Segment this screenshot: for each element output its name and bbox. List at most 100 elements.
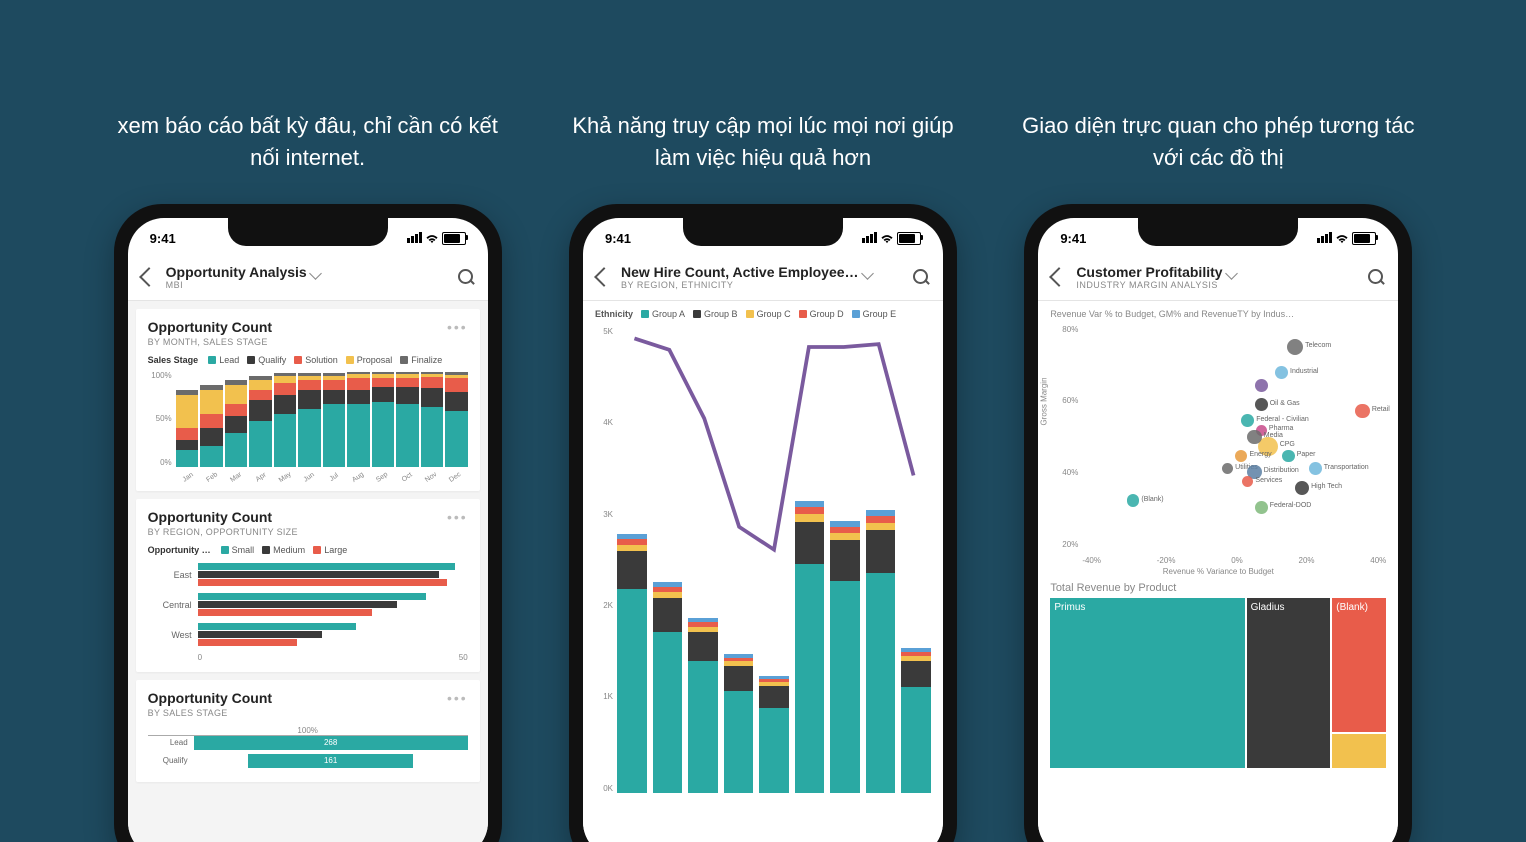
- report-subtitle: INDUSTRY MARGIN ANALYSIS: [1076, 280, 1358, 290]
- report-subtitle: BY REGION, ETHNICITY: [621, 280, 903, 290]
- bubble[interactable]: [1287, 339, 1303, 355]
- hbar[interactable]: [198, 639, 298, 646]
- tree-cell[interactable]: Gladius: [1247, 598, 1331, 768]
- chevron-down-icon: [861, 267, 874, 280]
- report-title[interactable]: Opportunity Analysis: [166, 264, 448, 280]
- bubble[interactable]: [1275, 366, 1288, 379]
- report-title[interactable]: Customer Profitability: [1076, 264, 1358, 280]
- bubble[interactable]: [1241, 414, 1254, 427]
- bar-Jun[interactable]: [298, 371, 321, 467]
- tree-cell[interactable]: Primus: [1050, 598, 1244, 768]
- bar-Nov[interactable]: [421, 371, 444, 467]
- legend-ethnicity: Ethnicity Group A Group B Group C Group …: [595, 309, 931, 319]
- funnel-bar[interactable]: 268: [194, 736, 468, 750]
- bar-Mar[interactable]: [225, 371, 248, 467]
- status-time: 9:41: [1060, 231, 1086, 246]
- hbar[interactable]: [198, 593, 426, 600]
- bar-R2[interactable]: [653, 327, 683, 793]
- row-label: Central: [148, 600, 198, 610]
- bar-R7[interactable]: [830, 327, 860, 793]
- bar-Apr[interactable]: [249, 371, 272, 467]
- bar-May[interactable]: [274, 371, 297, 467]
- wifi-icon: [1335, 234, 1349, 244]
- bubble[interactable]: [1255, 379, 1268, 392]
- card-opportunity-funnel[interactable]: ••• Opportunity Count BY SALES STAGE 100…: [136, 680, 480, 782]
- bar-R1[interactable]: [617, 327, 647, 793]
- tree-cell[interactable]: [1332, 734, 1386, 767]
- bubble[interactable]: [1235, 450, 1248, 463]
- treemap-title: Total Revenue by Product: [1050, 582, 1386, 594]
- report-subtitle: MBI: [166, 280, 448, 290]
- search-button[interactable]: [1368, 269, 1384, 285]
- bar-R4[interactable]: [724, 327, 754, 793]
- bubble[interactable]: [1247, 430, 1261, 444]
- funnel-chart[interactable]: 100% Lead268Qualify161: [148, 726, 468, 768]
- bubble[interactable]: [1255, 398, 1268, 411]
- bar-Oct[interactable]: [396, 371, 419, 467]
- bar-R9[interactable]: [901, 327, 931, 793]
- bar-Dec[interactable]: [445, 371, 468, 467]
- back-button[interactable]: [142, 270, 156, 284]
- combo-chart[interactable]: 5K4K3K2K1K0K: [595, 327, 931, 807]
- card-title: Opportunity Count: [148, 319, 468, 335]
- card-subtitle: BY SALES STAGE: [148, 708, 468, 718]
- status-time: 9:41: [605, 231, 631, 246]
- card-title: Opportunity Count: [148, 509, 468, 525]
- more-icon[interactable]: •••: [447, 509, 468, 525]
- wifi-icon: [880, 234, 894, 244]
- bar-Aug[interactable]: [347, 371, 370, 467]
- hbar[interactable]: [198, 571, 439, 578]
- bar-R5[interactable]: [759, 327, 789, 793]
- bubble[interactable]: [1295, 481, 1309, 495]
- treemap-chart[interactable]: PrimusGladius(Blank): [1050, 598, 1386, 768]
- legend-opportunity-size: Opportunity … Small Medium Large: [148, 545, 468, 555]
- hbar[interactable]: [198, 609, 372, 616]
- hbar[interactable]: [198, 601, 397, 608]
- row-label: East: [148, 570, 198, 580]
- report-title[interactable]: New Hire Count, Active Employee…: [621, 264, 903, 280]
- bar-Sep[interactable]: [372, 371, 395, 467]
- bubble[interactable]: [1127, 494, 1140, 507]
- stacked-bar-chart[interactable]: 100%50%0% JanFebMarAprMayJunJulAugSepOct…: [148, 371, 468, 481]
- bubble[interactable]: [1309, 462, 1322, 475]
- card-subtitle: BY MONTH, SALES STAGE: [148, 337, 468, 347]
- bubble[interactable]: [1355, 404, 1369, 418]
- search-button[interactable]: [913, 269, 929, 285]
- bubble[interactable]: [1222, 463, 1233, 474]
- wifi-icon: [425, 234, 439, 244]
- scatter-chart[interactable]: Gross Margin 80%60%40%20% TelecomIndustr…: [1050, 325, 1386, 565]
- battery-icon: [897, 232, 921, 245]
- card-opportunity-region[interactable]: ••• Opportunity Count BY REGION, OPPORTU…: [136, 499, 480, 672]
- bar-R8[interactable]: [866, 327, 896, 793]
- card-title: Opportunity Count: [148, 690, 468, 706]
- bubble[interactable]: [1242, 476, 1253, 487]
- caption-2: Khả năng truy cập mọi lúc mọi nơi giúp l…: [555, 110, 970, 174]
- card-opportunity-month[interactable]: ••• Opportunity Count BY MONTH, SALES ST…: [136, 309, 480, 491]
- battery-icon: [1352, 232, 1376, 245]
- caption-3: Giao diện trực quan cho phép tương tác v…: [1011, 110, 1426, 174]
- bar-Jan[interactable]: [176, 371, 199, 467]
- more-icon[interactable]: •••: [447, 319, 468, 335]
- row-label: West: [148, 630, 198, 640]
- more-icon[interactable]: •••: [447, 690, 468, 706]
- hbar[interactable]: [198, 623, 356, 630]
- horizontal-bar-chart[interactable]: East Central West: [148, 563, 468, 647]
- chevron-down-icon: [1225, 267, 1238, 280]
- tree-cell[interactable]: (Blank): [1332, 598, 1386, 733]
- search-button[interactable]: [458, 269, 474, 285]
- bubble[interactable]: [1282, 450, 1295, 463]
- bar-Feb[interactable]: [200, 371, 223, 467]
- bubble[interactable]: [1255, 501, 1268, 514]
- hbar[interactable]: [198, 563, 456, 570]
- funnel-bar[interactable]: 161: [248, 754, 413, 768]
- back-button[interactable]: [1052, 270, 1066, 284]
- cellular-icon: [861, 231, 877, 246]
- scatter-x-label: Revenue % Variance to Budget: [1038, 567, 1398, 576]
- bar-Jul[interactable]: [323, 371, 346, 467]
- bar-R3[interactable]: [688, 327, 718, 793]
- bar-R6[interactable]: [795, 327, 825, 793]
- back-button[interactable]: [597, 270, 611, 284]
- hbar[interactable]: [198, 579, 447, 586]
- notch: [1138, 218, 1298, 246]
- hbar[interactable]: [198, 631, 323, 638]
